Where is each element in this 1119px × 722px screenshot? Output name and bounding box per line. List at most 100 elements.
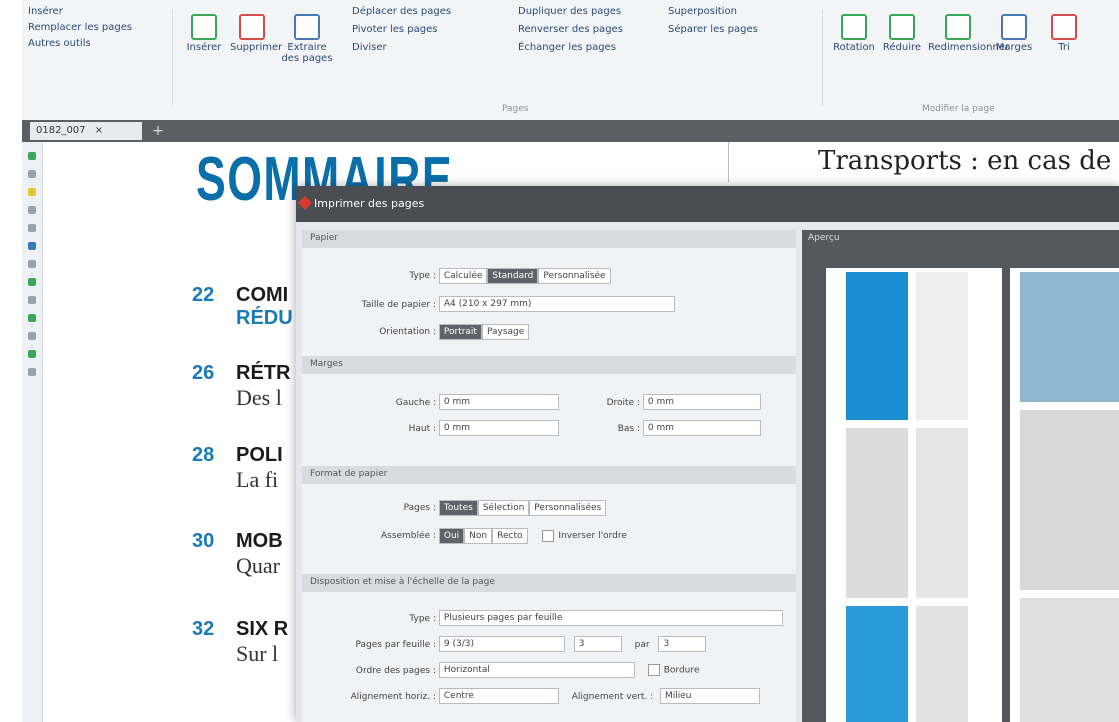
orientation-landscape-option[interactable]: Paysage [481, 324, 530, 340]
page-thumbnail [1020, 410, 1119, 590]
halign-select[interactable]: Centre [438, 688, 559, 704]
swap-pages-button[interactable]: Échanger les pages [518, 42, 616, 53]
duplicate-pages-button[interactable]: Dupliquer des pages [518, 6, 621, 17]
toc-entry: 28 POLI La fi [192, 444, 283, 492]
document-tab-label: 0182_007 [36, 125, 86, 136]
pages-selection-option[interactable]: Sélection [477, 500, 530, 516]
page-thumbnail [1020, 272, 1119, 402]
margin-bottom-input[interactable]: 0 mm [642, 420, 761, 436]
ribbon-insert-small[interactable]: Insérer [28, 6, 63, 17]
margin-top-input[interactable]: 0 mm [438, 420, 559, 436]
halign-label: Alignement horiz. : [350, 691, 436, 702]
toc-entry: 30 MOB Quar [192, 530, 283, 578]
insert-pages-button[interactable]: Insérer [182, 14, 226, 53]
close-tab-icon[interactable]: × [95, 125, 103, 136]
pen-tool-icon[interactable] [28, 206, 36, 214]
margins-section-header[interactable]: Marges [302, 356, 796, 374]
ribbon-toolbar: Insérer Remplacer les pages Autres outil… [22, 0, 1119, 121]
resize-icon [945, 14, 971, 40]
resize-button[interactable]: Redimensionner [928, 14, 1009, 53]
pages-all-option[interactable]: Toutes [438, 500, 478, 516]
ribbon-replace-small[interactable]: Remplacer les pages [28, 22, 132, 33]
assemble-yes-option[interactable]: Oui [438, 528, 465, 544]
ribbon-other-tools[interactable]: Autres outils [28, 38, 91, 49]
document-tab[interactable]: 0182_007 × [30, 122, 142, 140]
zoom-tool-icon[interactable] [28, 368, 36, 376]
type-calculated-option[interactable]: Calculée [438, 268, 488, 284]
dialog-title-bar[interactable]: Imprimer des pages [296, 186, 1119, 222]
print-preview-panel: Aperçu [802, 230, 1119, 722]
reverse-pages-button[interactable]: Renverser des pages [518, 24, 623, 35]
new-tab-icon[interactable]: + [150, 123, 166, 139]
crop-tool-icon[interactable] [28, 350, 36, 358]
pages-custom-option[interactable]: Personnalisées [529, 500, 607, 516]
shape-tool-icon[interactable] [28, 260, 36, 268]
settings-panel: Papier Type : Calculée Standard Personnali… [302, 230, 796, 722]
margin-left-label: Gauche : [395, 397, 436, 408]
margin-right-input[interactable]: 0 mm [642, 394, 761, 410]
highlight-tool-icon[interactable] [28, 188, 36, 196]
attach-tool-icon[interactable] [28, 314, 36, 322]
split-button[interactable]: Diviser [352, 42, 387, 53]
invert-order-checkbox[interactable] [542, 529, 555, 542]
split-pages-button[interactable]: Séparer les pages [668, 24, 758, 35]
border-checkbox[interactable] [647, 664, 660, 676]
app-logo-icon [297, 195, 313, 211]
layout-section-header[interactable]: Disposition et mise à l'échelle de la pa… [302, 574, 796, 592]
type-standard-option[interactable]: Standard [487, 268, 539, 284]
page-thumbnail [916, 428, 968, 598]
move-pages-button[interactable]: Déplacer des pages [352, 6, 451, 17]
left-toolbar [22, 142, 43, 722]
toc-entry: 26 RÉTR Des l [192, 362, 291, 410]
measure-tool-icon[interactable] [28, 332, 36, 340]
hand-tool-icon[interactable] [28, 152, 36, 160]
check-tool-icon[interactable] [28, 278, 36, 286]
superpose-button[interactable]: Superposition [668, 6, 737, 17]
text-tool-icon[interactable] [28, 224, 36, 232]
margin-top-label: Haut : [408, 423, 436, 434]
page-thumbnail [916, 606, 968, 722]
extract-page-icon [294, 14, 320, 40]
paper-section-header[interactable]: Papier [302, 230, 796, 248]
page-thumbnail [846, 606, 908, 722]
document-tab-bar: 0182_007 × + [22, 120, 1119, 142]
stamp-tool-icon[interactable] [28, 242, 36, 250]
rotate-icon [841, 14, 867, 40]
sort-icon [1051, 14, 1077, 40]
reduce-button[interactable]: Réduire [880, 14, 924, 53]
rotation-button[interactable]: Rotation [832, 14, 876, 53]
group-pages-label: Pages [502, 104, 529, 114]
dialog-title: Imprimer des pages [314, 197, 425, 210]
toc-entry: 22 COMI RÉDU [192, 284, 293, 329]
assemble-no-option[interactable]: Non [464, 528, 493, 544]
paper-size-select[interactable]: A4 (210 x 297 mm) [438, 296, 675, 312]
insert-page-icon [191, 14, 217, 40]
paper-format-section-header[interactable]: Format de papier [302, 466, 796, 484]
pages-per-sheet-select[interactable]: 9 (3/3) [438, 636, 565, 652]
select-tool-icon[interactable] [28, 170, 36, 178]
layout-type-select[interactable]: Plusieurs pages par feuille [438, 610, 783, 626]
article-headline: Transports : en cas de reta [818, 146, 1119, 176]
margins-icon [1001, 14, 1027, 40]
margin-left-input[interactable]: 0 mm [438, 394, 559, 410]
page-thumbnail [916, 272, 968, 420]
columns-input[interactable]: 3 [573, 636, 622, 652]
orientation-portrait-option[interactable]: Portrait [438, 324, 482, 340]
layout-type-label: Type : [409, 613, 436, 624]
type-custom-option[interactable]: Personnalisée [538, 268, 611, 284]
toc-entry: 32 SIX R Sur l [192, 618, 289, 666]
invert-order-label: Inverser l'ordre [558, 531, 627, 541]
delete-pages-button[interactable]: Supprimer [230, 14, 282, 53]
valign-select[interactable]: Milieu [659, 688, 760, 704]
rotate-pages-button[interactable]: Pivoter les pages [352, 24, 438, 35]
extract-pages-button[interactable]: Extraire des pages [280, 14, 334, 64]
preview-sheet [1010, 268, 1119, 722]
pages-label: Pages : [403, 503, 436, 513]
sort-button[interactable]: Tri [1042, 14, 1086, 53]
link-tool-icon[interactable] [28, 296, 36, 304]
margins-button[interactable]: Marges [992, 14, 1036, 53]
assemble-recto-option[interactable]: Recto [492, 528, 528, 544]
page-order-select[interactable]: Horizontal [438, 662, 635, 678]
preview-sheet [826, 268, 1002, 722]
rows-input[interactable]: 3 [658, 636, 707, 652]
